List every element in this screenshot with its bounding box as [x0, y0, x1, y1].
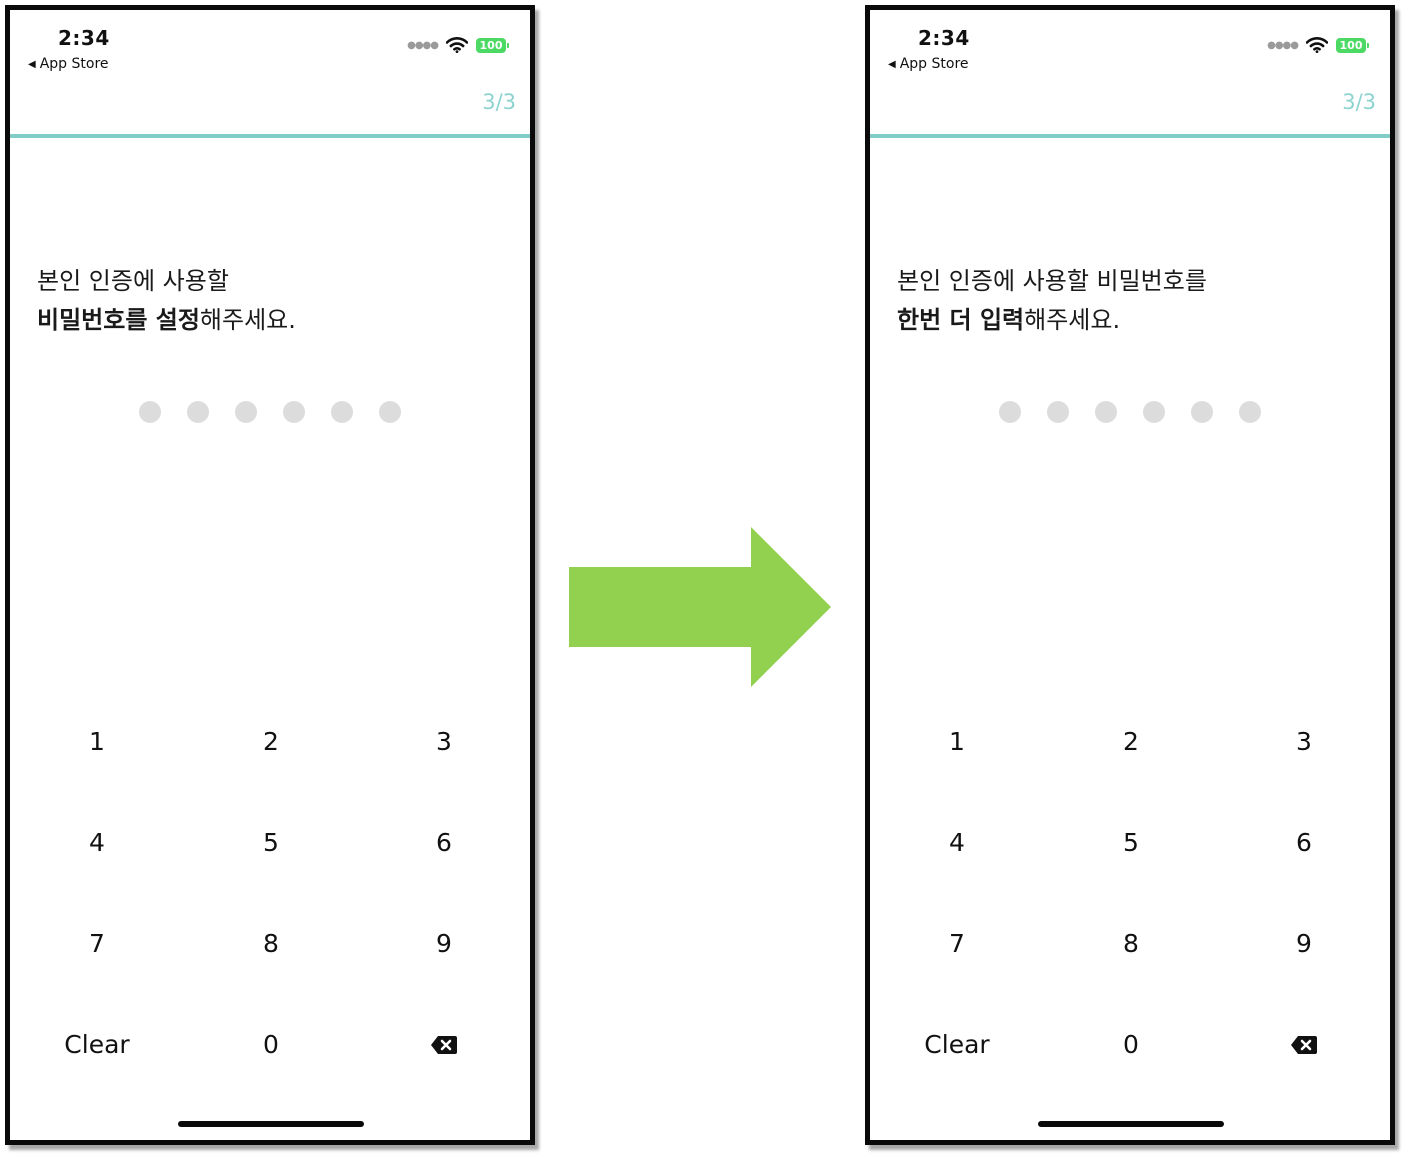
backspace-key[interactable]	[1218, 994, 1390, 1095]
prompt-text: 본인 인증에 사용할 비밀번호를 설정해주세요.	[37, 262, 296, 340]
back-label: App Store	[39, 56, 109, 72]
status-time: 2:34	[58, 26, 110, 50]
progress-fill	[10, 134, 530, 138]
digit-key-9[interactable]: 9	[1218, 893, 1390, 994]
back-to-app-store[interactable]: ◀ App Store	[888, 56, 969, 72]
pin-dot	[331, 401, 353, 423]
prompt-line-2: 비밀번호를 설정해주세요.	[37, 301, 296, 340]
triangle-left-icon: ◀	[28, 58, 36, 70]
battery-icon: 100	[1336, 37, 1369, 53]
digit-key-5[interactable]: 5	[184, 792, 358, 893]
pin-dot	[1239, 401, 1261, 423]
step-indicator: 3/3	[1342, 90, 1376, 114]
digit-key-4[interactable]: 4	[10, 792, 184, 893]
pin-dot	[187, 401, 209, 423]
signal-dots-icon: ●●●●	[1267, 39, 1299, 51]
pin-dot	[1047, 401, 1069, 423]
wifi-icon	[446, 37, 468, 53]
digit-key-5[interactable]: 5	[1044, 792, 1218, 893]
prompt-emphasis: 한번 더 입력	[897, 306, 1025, 334]
clear-key[interactable]: Clear	[870, 994, 1044, 1095]
digit-key-3[interactable]: 3	[358, 691, 530, 792]
pin-dot	[1191, 401, 1213, 423]
pin-dots	[999, 401, 1261, 423]
back-label: App Store	[899, 56, 969, 72]
status-indicators: ●●●● 100	[1267, 37, 1369, 53]
backspace-icon	[1291, 1035, 1317, 1054]
prompt-suffix: 해주세요.	[199, 306, 296, 334]
pin-dot	[999, 401, 1021, 423]
progress-bar	[10, 134, 530, 138]
backspace-key[interactable]	[358, 994, 530, 1095]
pin-dot	[283, 401, 305, 423]
numeric-keypad: 1 2 3 4 5 6 7 8 9 Clear 0	[10, 691, 530, 1095]
battery-icon: 100	[476, 37, 509, 53]
progress-bar	[870, 134, 1390, 138]
status-indicators: ●●●● 100	[407, 37, 509, 53]
numeric-keypad: 1 2 3 4 5 6 7 8 9 Clear 0	[870, 691, 1390, 1095]
signal-dots-icon: ●●●●	[407, 39, 439, 51]
digit-key-8[interactable]: 8	[1044, 893, 1218, 994]
prompt-emphasis: 비밀번호를 설정	[37, 306, 200, 334]
pin-dot	[139, 401, 161, 423]
wifi-icon	[1306, 37, 1328, 53]
pin-dot	[235, 401, 257, 423]
digit-key-7[interactable]: 7	[870, 893, 1044, 994]
triangle-left-icon: ◀	[888, 58, 896, 70]
digit-key-6[interactable]: 6	[1218, 792, 1390, 893]
prompt-suffix: 해주세요.	[1024, 306, 1121, 334]
digit-key-1[interactable]: 1	[870, 691, 1044, 792]
back-to-app-store[interactable]: ◀ App Store	[28, 56, 109, 72]
status-time: 2:34	[918, 26, 970, 50]
pin-dot	[1095, 401, 1117, 423]
home-indicator[interactable]	[1038, 1121, 1224, 1127]
digit-key-0[interactable]: 0	[1044, 994, 1218, 1095]
progress-fill	[870, 134, 1390, 138]
prompt-line-1: 본인 인증에 사용할 비밀번호를	[897, 267, 1207, 295]
digit-key-6[interactable]: 6	[358, 792, 530, 893]
prompt-line-2: 한번 더 입력해주세요.	[897, 301, 1207, 340]
arrow-shape	[569, 527, 831, 687]
prompt-line-1: 본인 인증에 사용할	[37, 267, 229, 295]
digit-key-0[interactable]: 0	[184, 994, 358, 1095]
digit-key-2[interactable]: 2	[1044, 691, 1218, 792]
pin-dot	[1143, 401, 1165, 423]
digit-key-2[interactable]: 2	[184, 691, 358, 792]
home-indicator[interactable]	[178, 1121, 364, 1127]
right-arrow-icon	[569, 527, 831, 687]
clear-key[interactable]: Clear	[10, 994, 184, 1095]
phone-screen-confirm-password: 2:34 ◀ App Store ●●●● 100 3/3 본인 인증에 사용할…	[865, 5, 1395, 1145]
pin-dot	[379, 401, 401, 423]
step-indicator: 3/3	[482, 90, 516, 114]
digit-key-4[interactable]: 4	[870, 792, 1044, 893]
digit-key-9[interactable]: 9	[358, 893, 530, 994]
digit-key-8[interactable]: 8	[184, 893, 358, 994]
pin-dots	[139, 401, 401, 423]
prompt-text: 본인 인증에 사용할 비밀번호를 한번 더 입력해주세요.	[897, 262, 1207, 340]
digit-key-7[interactable]: 7	[10, 893, 184, 994]
backspace-icon	[431, 1035, 457, 1054]
phone-screen-set-password: 2:34 ◀ App Store ●●●● 100 3/3 본인 인증에 사용할…	[5, 5, 535, 1145]
digit-key-1[interactable]: 1	[10, 691, 184, 792]
digit-key-3[interactable]: 3	[1218, 691, 1390, 792]
